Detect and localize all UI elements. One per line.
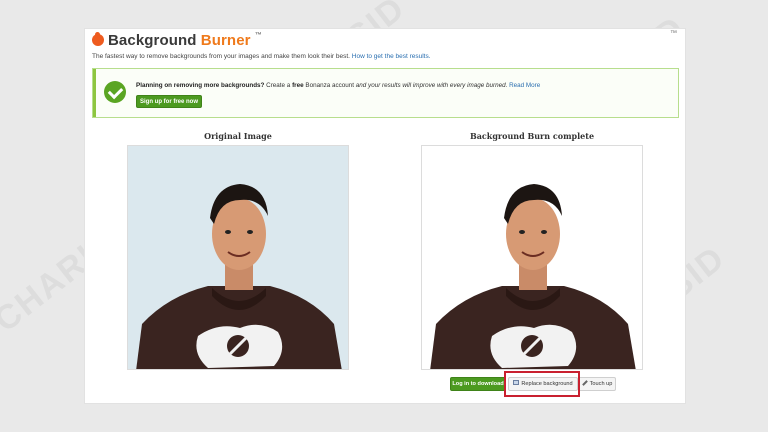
original-image xyxy=(127,145,349,370)
person-photo-result xyxy=(430,184,636,369)
promo-lead: Planning on removing more backgrounds? xyxy=(136,82,265,89)
result-image xyxy=(421,145,643,370)
promo-italic: and your results will improve with every… xyxy=(355,82,508,89)
pencil-icon xyxy=(581,379,588,386)
brand-name: Background Burner ™ xyxy=(108,32,262,49)
brand-name-part1: Background xyxy=(108,31,197,49)
background-burner-panel: ™ Background Burner ™ The fastest way to… xyxy=(84,28,686,404)
original-image-title: Original Image xyxy=(204,131,272,141)
brand-header[interactable]: Background Burner ™ xyxy=(92,31,262,49)
result-title: Background Burn complete xyxy=(469,131,595,141)
login-to-download-button[interactable]: Log in to download xyxy=(450,377,506,391)
checkmark-icon xyxy=(104,81,126,103)
trademark: ™ xyxy=(254,31,262,39)
corner-mark: ™ xyxy=(670,30,677,37)
best-results-link[interactable]: How to get the best results. xyxy=(352,53,431,60)
tagline-text: The fastest way to remove backgrounds fr… xyxy=(92,53,350,60)
promo-mid: Create a xyxy=(264,82,293,89)
promo-text: Planning on removing more backgrounds? C… xyxy=(136,82,540,89)
promo-banner: Planning on removing more backgrounds? C… xyxy=(92,68,679,118)
touch-up-button[interactable]: Touch up xyxy=(578,377,616,391)
tagline: The fastest way to remove backgrounds fr… xyxy=(92,53,431,60)
signup-button[interactable]: Sign up for free now xyxy=(136,95,202,108)
touch-up-label: Touch up xyxy=(589,381,613,387)
flame-logo-icon xyxy=(92,34,104,46)
promo-after: Bonanza account xyxy=(303,82,356,89)
promo-accent-bar xyxy=(93,69,96,117)
read-more-link[interactable]: Read More xyxy=(509,82,540,89)
person-photo-original xyxy=(136,184,342,369)
brand-name-part2: Burner xyxy=(200,31,251,49)
promo-free: free xyxy=(292,82,304,89)
highlight-box xyxy=(504,371,580,397)
